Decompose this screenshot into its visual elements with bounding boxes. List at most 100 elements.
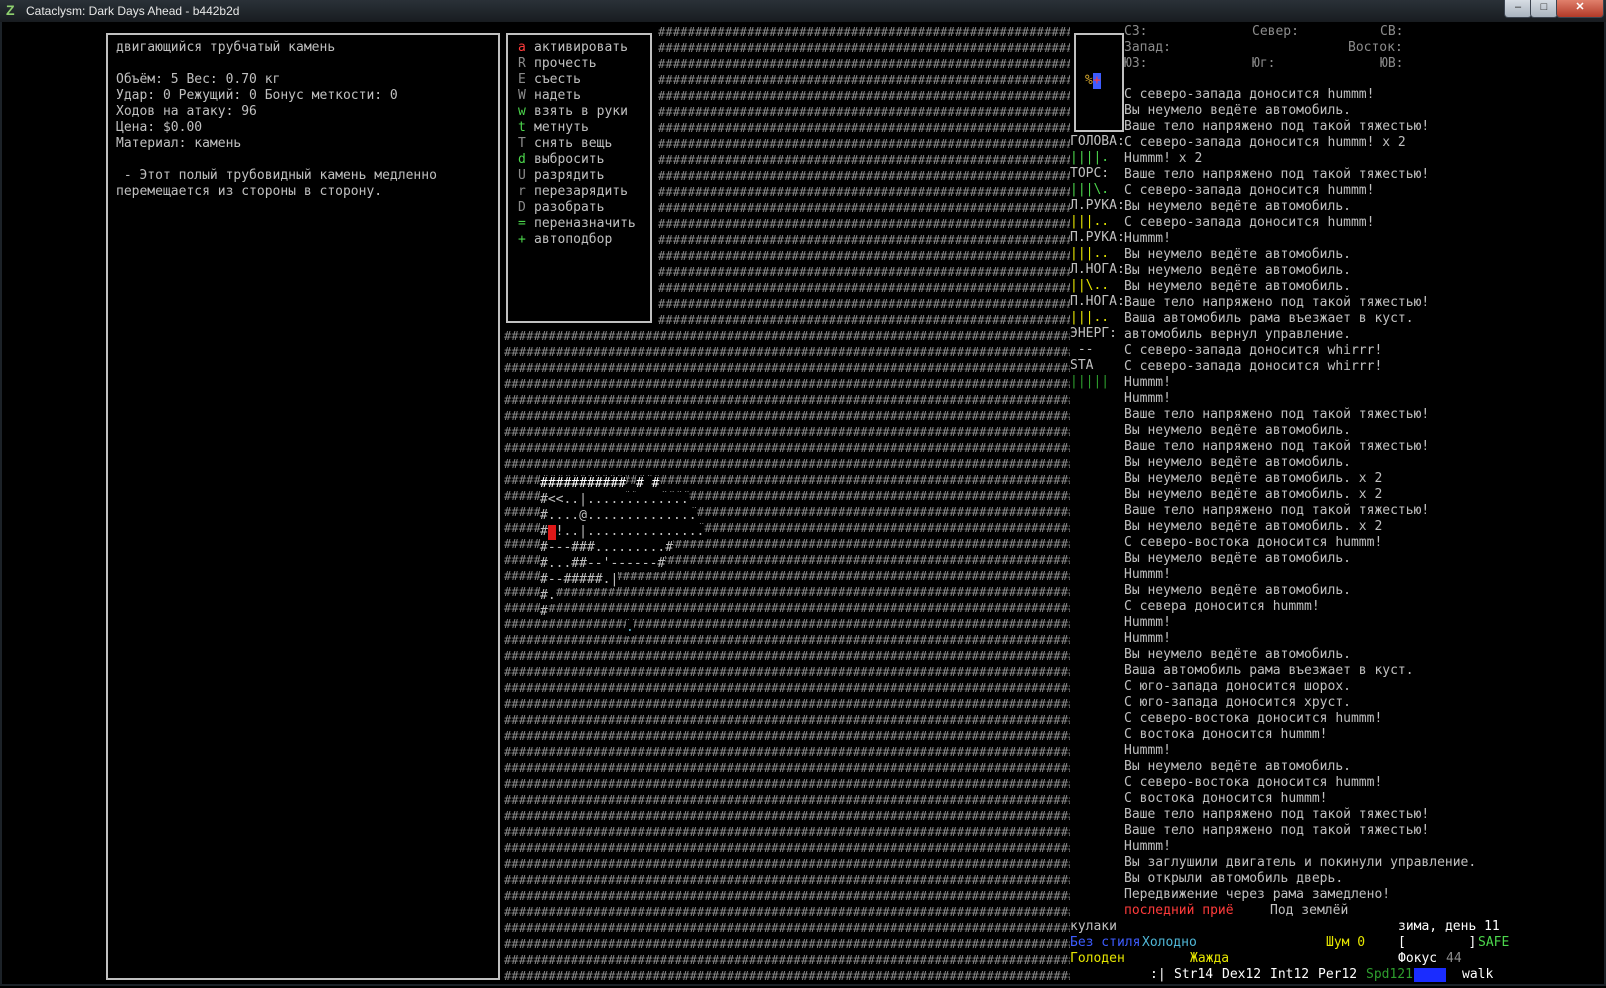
body-part-health-bar: |||.. — [1070, 246, 1110, 261]
temperature-label: Холодно — [1142, 935, 1197, 950]
message-line: Hummm! — [1124, 391, 1171, 406]
action-menu-item[interactable]: метнуть — [534, 120, 589, 136]
maximize-button[interactable]: □ — [1530, 0, 1558, 18]
last-message-label: последний приё — [1124, 903, 1234, 918]
message-line: Вы неумело ведёте автомобиль. — [1124, 423, 1351, 438]
style-label: Без стиля — [1070, 935, 1141, 950]
date-label: зима, день 11 — [1398, 919, 1500, 934]
message-line: Вы неумело ведёте автомобиль. — [1124, 455, 1351, 470]
move-mode: walk — [1462, 967, 1494, 982]
message-line: С востока доносится hummm! — [1124, 791, 1328, 806]
message-line: Вы неумело ведёте автомобиль. — [1124, 263, 1351, 278]
body-part-label: ТОРС: — [1070, 166, 1110, 181]
item-stat-line: Ходов на атаку: 96 — [116, 104, 257, 119]
action-menu-item[interactable]: переназначить — [534, 216, 636, 232]
body-part-label: Л.РУКА: — [1070, 198, 1125, 213]
action-menu-item[interactable]: активировать — [534, 40, 628, 56]
message-line: Hummm! — [1124, 631, 1171, 646]
face-indicator: :| — [1150, 967, 1166, 982]
action-menu-item[interactable]: взять в руки — [534, 104, 628, 120]
message-line: Вы неумело ведёте автомобиль. — [1124, 103, 1351, 118]
close-button[interactable]: ✕ — [1556, 0, 1604, 18]
message-line: С востока доносится hummm! — [1124, 727, 1328, 742]
message-line: Вы неумело ведёте автомобиль. — [1124, 199, 1351, 214]
compass-se: ЮВ: — [1380, 56, 1404, 71]
message-line: Вы неумело ведёте автомобиль. — [1124, 247, 1351, 262]
map-row: #<<..|............. — [540, 492, 689, 508]
message-line: Вы неумело ведёте автомобиль. — [1124, 759, 1351, 774]
item-stat-line: Материал: камень — [116, 136, 242, 151]
stat-per: Per12 — [1318, 967, 1358, 982]
stat-str: Str14 — [1174, 967, 1214, 982]
title-bar: Z Cataclysm: Dark Days Ahead - b442b2d –… — [0, 0, 1606, 22]
action-key: = — [518, 216, 526, 231]
message-line: Вы неумело ведёте автомобиль. — [1124, 583, 1351, 598]
action-key: D — [518, 200, 526, 215]
body-part-label: П.НОГА: — [1070, 294, 1125, 309]
message-line: Hummm! — [1124, 375, 1171, 390]
action-menu-item[interactable]: выбросить — [534, 152, 604, 168]
thirst-label: Жажда — [1190, 951, 1230, 966]
message-line: Hummm! — [1124, 743, 1171, 758]
action-key: W — [518, 88, 526, 103]
map-row: ########### — [540, 476, 627, 492]
body-part-label: Л.НОГА: — [1070, 262, 1125, 277]
hunger-label: Голоден — [1070, 951, 1125, 966]
message-line: Hummm! — [1124, 231, 1171, 246]
map-cursor: . — [626, 620, 634, 636]
item-description-line: перемещается из стороны в сторону. — [116, 184, 383, 199]
message-line: Вы неумело ведёте автомобиль. x 2 — [1124, 519, 1383, 534]
message-line: С юго-запада доносится хруст. — [1124, 695, 1351, 710]
action-key: a — [518, 40, 526, 55]
message-line: Hummm! — [1124, 839, 1171, 854]
action-key: R — [518, 56, 526, 71]
message-line: Вы неумело ведёте автомобиль. — [1124, 551, 1351, 566]
action-menu-item[interactable]: съесть — [534, 72, 581, 88]
action-key: T — [518, 136, 526, 151]
app-icon: Z — [6, 2, 15, 18]
message-line: Hummm! — [1124, 615, 1171, 630]
monster-tile — [548, 525, 556, 540]
message-line: С северо-запада доносится hummm! — [1124, 215, 1375, 230]
message-line: С юго-запада доносится шорох. — [1124, 679, 1351, 694]
action-menu-item[interactable]: снять вещь — [534, 136, 612, 152]
message-line: Ваша автомобиль рама въезжает в куст. — [1124, 311, 1414, 326]
action-menu-item[interactable]: автоподбор — [534, 232, 612, 248]
message-line: Вы неумело ведёте автомобиль. x 2 — [1124, 487, 1383, 502]
stat-dex: Dex12 — [1222, 967, 1262, 982]
message-line: Вы неумело ведёте автомобиль. x 2 — [1124, 471, 1383, 486]
body-part-label: STA — [1070, 358, 1094, 373]
terrain-hash-top: ########################################… — [658, 25, 1070, 327]
message-line: Ваше тело напряжено под такой тяжестью! — [1124, 823, 1430, 838]
map-row: #.!..|............... — [540, 524, 705, 540]
message-line: Ваше тело напряжено под такой тяжестью! — [1124, 167, 1430, 182]
window-title: Cataclysm: Dark Days Ahead - b442b2d — [26, 4, 240, 18]
message-line: С северо-запада доносится hummm! — [1124, 183, 1375, 198]
stat-speed: Spd121 — [1366, 967, 1413, 982]
body-part-health-bar: -- — [1070, 342, 1094, 357]
message-line: Ваше тело напряжено под такой тяжестью! — [1124, 295, 1430, 310]
item-description-line: - Этот полый трубовидный камень медленно — [116, 168, 437, 183]
message-line: С северо-востока доносится hummm! — [1124, 775, 1383, 790]
action-menu-item[interactable]: прочесть — [534, 56, 597, 72]
action-menu-item[interactable]: разобрать — [534, 200, 604, 216]
body-part-health-bar: |||.. — [1070, 214, 1110, 229]
body-part-health-bar: ||||. — [1070, 150, 1110, 165]
body-part-health-bar: |||\. — [1070, 182, 1110, 197]
compass-e: Восток: — [1348, 40, 1403, 55]
action-menu-item[interactable]: перезарядить — [534, 184, 628, 200]
minimize-button[interactable]: – — [1504, 0, 1532, 18]
message-line: С северо-востока доносится hummm! — [1124, 711, 1383, 726]
minimap-glyph: % — [1085, 73, 1093, 88]
map-row: #. — [540, 588, 556, 604]
action-menu-item[interactable]: надеть — [534, 88, 581, 104]
message-line: С северо-запада доносится hummm! x 2 — [1124, 135, 1406, 150]
message-line: Ваше тело напряжено под такой тяжестью! — [1124, 119, 1430, 134]
action-menu-item[interactable]: разрядить — [534, 168, 604, 184]
compass-s: Юг: — [1252, 56, 1276, 71]
body-part-health-bar: ||||| — [1070, 374, 1110, 389]
minimap-player: + — [1093, 73, 1101, 89]
message-line: С северо-востока доносится hummm! — [1124, 535, 1383, 550]
noise-label: Шум 0 — [1326, 935, 1366, 950]
compass-nw: СЗ: — [1124, 24, 1148, 39]
